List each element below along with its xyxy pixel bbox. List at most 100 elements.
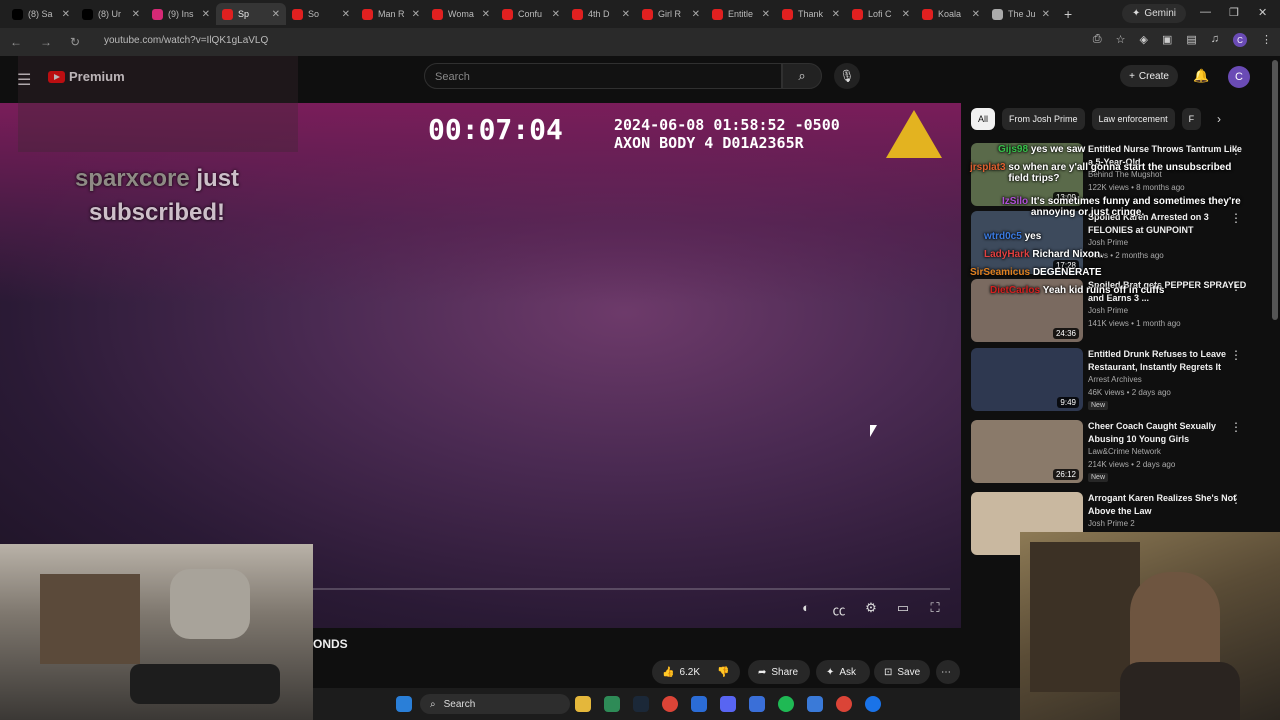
autoplay-toggle-icon[interactable]: ◐	[796, 600, 816, 615]
more-options-icon[interactable]: ⋮	[1230, 492, 1242, 506]
tab-close-icon[interactable]: ✕	[482, 9, 490, 20]
recommended-title[interactable]: Entitled Drunk Refuses to Leave Restaura…	[1088, 348, 1248, 374]
thumbs-down-icon[interactable]: 👎	[717, 667, 729, 678]
streamer-shirt	[1120, 662, 1240, 720]
browser-tab[interactable]: (8) Sa ✕	[6, 3, 76, 25]
app-icon[interactable]	[604, 696, 620, 712]
tab-close-icon[interactable]: ✕	[1042, 9, 1050, 20]
kebab-menu-icon[interactable]: ⋮	[1261, 33, 1272, 47]
channel-name[interactable]: Josh Prime	[1088, 306, 1128, 315]
tab-close-icon[interactable]: ✕	[272, 9, 280, 20]
chrome-icon[interactable]	[662, 696, 678, 712]
tab-close-icon[interactable]: ✕	[622, 9, 630, 20]
browser-tab[interactable]: 4th D ✕	[566, 3, 636, 25]
recommended-video[interactable]: 26:12 Cheer Coach Caught Sexually Abusing…	[971, 420, 1261, 486]
recommended-video[interactable]: 9:49 Entitled Drunk Refuses to Leave Rest…	[971, 348, 1261, 414]
taskbar-search[interactable]: ⌕ Search	[420, 694, 570, 714]
filter-chip[interactable]: F	[1181, 108, 1202, 130]
tab-close-icon[interactable]: ✕	[902, 9, 910, 20]
browser-tab[interactable]: Confu ✕	[496, 3, 566, 25]
ask-button[interactable]: ✦ Ask	[816, 660, 870, 684]
star-icon[interactable]: ☆	[1116, 33, 1126, 47]
channel-name[interactable]: Arrest Archives	[1088, 375, 1142, 384]
create-button[interactable]: + Create	[1120, 65, 1178, 87]
theater-mode-icon[interactable]: ▭	[894, 600, 912, 616]
reload-icon[interactable]: ↻	[70, 35, 90, 49]
browser-tab[interactable]: Girl R ✕	[636, 3, 706, 25]
more-options-icon[interactable]: ⋮	[1230, 348, 1242, 362]
app-icon[interactable]	[865, 696, 881, 712]
video-thumbnail[interactable]: 9:49	[971, 348, 1083, 411]
channel-name[interactable]: Josh Prime 2	[1088, 519, 1135, 528]
browser-tab[interactable]: So ✕	[286, 3, 356, 25]
browser-tab[interactable]: Man R ✕	[356, 3, 426, 25]
chrome-icon[interactable]	[836, 696, 852, 712]
browser-tab[interactable]: The Ju ✕	[986, 3, 1056, 25]
search-button[interactable]: ⌕	[782, 63, 822, 89]
filter-chip[interactable]: Law enforcement	[1091, 108, 1175, 130]
app-icon[interactable]	[807, 696, 823, 712]
extension-icon[interactable]: ◈	[1139, 33, 1147, 47]
tab-close-icon[interactable]: ✕	[972, 9, 980, 20]
file-explorer-icon[interactable]	[575, 696, 591, 712]
puzzle-icon[interactable]: ▣	[1162, 33, 1172, 47]
discord-icon[interactable]	[720, 696, 736, 712]
steam-icon[interactable]	[633, 696, 649, 712]
recommended-title[interactable]: Cheer Coach Caught Sexually Abusing 10 Y…	[1088, 420, 1248, 446]
tab-close-icon[interactable]: ✕	[342, 9, 350, 20]
tab-close-icon[interactable]: ✕	[692, 9, 700, 20]
share-button[interactable]: ➦ Share	[748, 660, 810, 684]
browser-tab[interactable]: Lofi C ✕	[846, 3, 916, 25]
browser-tab[interactable]: Koala ✕	[916, 3, 986, 25]
browser-tab[interactable]: Entitle ✕	[706, 3, 776, 25]
save-label: Save	[897, 666, 921, 678]
more-actions-button[interactable]: ⋯	[936, 660, 960, 684]
filter-chip[interactable]: From Josh Prime	[1002, 108, 1085, 130]
search-input[interactable]: Search	[424, 63, 782, 89]
tab-close-icon[interactable]: ✕	[552, 9, 560, 20]
maximize-icon[interactable]: ❐	[1229, 6, 1239, 19]
browser-tab[interactable]: Woma ✕	[426, 3, 496, 25]
like-dislike-group[interactable]: 👍 6.2K 👎	[652, 660, 740, 684]
channel-name[interactable]: Law&Crime Network	[1088, 447, 1161, 456]
recommended-title[interactable]: Arrogant Karen Realizes She's Not Above …	[1088, 492, 1248, 518]
chevron-right-icon[interactable]: ›	[1217, 112, 1221, 126]
browser-tab[interactable]: (9) Ins ✕	[146, 3, 216, 25]
notifications-bell-icon[interactable]: 🔔	[1193, 68, 1209, 84]
thumbs-up-icon[interactable]: 👍	[662, 667, 674, 678]
browser-tab[interactable]: Thank ✕	[776, 3, 846, 25]
settings-gear-icon[interactable]: ⚙	[862, 600, 880, 616]
save-button[interactable]: ⊡ Save	[874, 660, 930, 684]
tab-close-icon[interactable]: ✕	[62, 9, 70, 20]
filter-chip[interactable]: All	[971, 108, 996, 130]
new-tab-icon[interactable]: +	[1064, 6, 1072, 22]
tab-close-icon[interactable]: ✕	[132, 9, 140, 20]
close-window-icon[interactable]: ✕	[1258, 6, 1267, 19]
sidepanel-icon[interactable]: ▤	[1186, 33, 1196, 47]
voice-search-button[interactable]: 🎙	[834, 63, 860, 89]
gemini-button[interactable]: ✦ Gemini	[1122, 4, 1186, 23]
spotify-icon[interactable]	[778, 696, 794, 712]
profile-avatar[interactable]: C	[1233, 33, 1247, 47]
windows-start-icon[interactable]	[396, 696, 412, 712]
app-icon[interactable]	[749, 696, 765, 712]
tab-close-icon[interactable]: ✕	[202, 9, 210, 20]
install-icon[interactable]: ⎙	[1093, 33, 1102, 47]
page-scrollbar[interactable]	[1272, 60, 1278, 320]
url-field[interactable]: youtube.com/watch?v=IlQK1gLaVLQ	[104, 35, 268, 46]
fullscreen-icon[interactable]: ⛶	[926, 600, 944, 616]
browser-tab[interactable]: (8) Ur ✕	[76, 3, 146, 25]
browser-tab[interactable]: Sp ✕	[216, 3, 286, 25]
tab-close-icon[interactable]: ✕	[412, 9, 420, 20]
minimize-icon[interactable]: —	[1200, 6, 1211, 18]
forward-icon[interactable]: →	[40, 35, 60, 49]
tab-close-icon[interactable]: ✕	[762, 9, 770, 20]
back-icon[interactable]: ←	[10, 35, 30, 49]
captions-icon[interactable]: ㏄	[830, 600, 848, 619]
user-avatar[interactable]: C	[1228, 66, 1250, 88]
media-icon[interactable]: ♫	[1211, 33, 1219, 47]
video-thumbnail[interactable]: 26:12	[971, 420, 1083, 483]
tab-close-icon[interactable]: ✕	[832, 9, 840, 20]
app-icon[interactable]	[691, 696, 707, 712]
more-options-icon[interactable]: ⋮	[1230, 420, 1242, 434]
